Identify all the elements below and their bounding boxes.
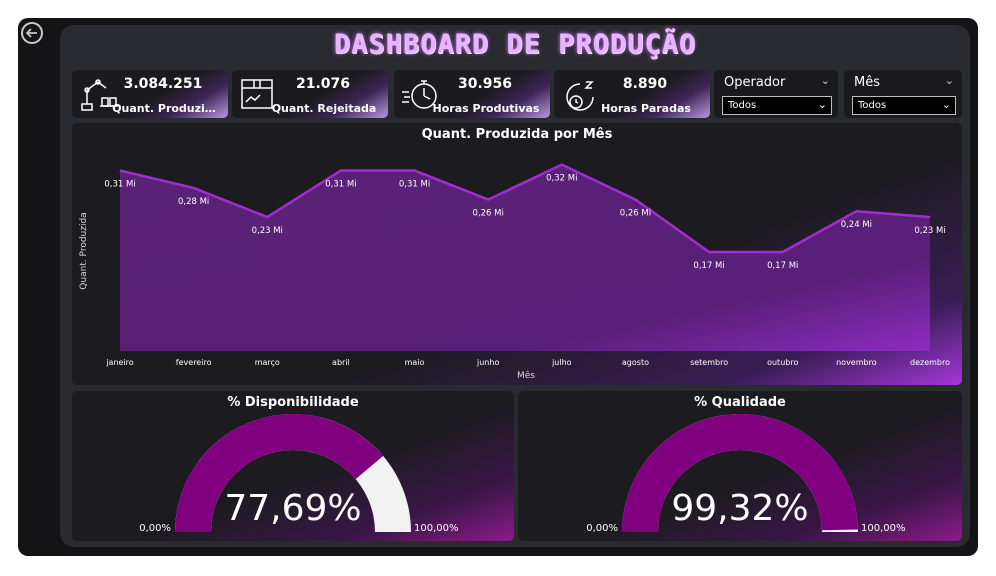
x-tick-label: março bbox=[255, 358, 280, 367]
gauge-min-label: 0,00% bbox=[586, 523, 618, 534]
chevron-down-icon: ⌄ bbox=[941, 98, 951, 111]
data-label: 0,17 Mi bbox=[693, 261, 724, 271]
kpi-card-horas-paradas[interactable]: 8.890 Horas Paradas bbox=[554, 70, 710, 118]
area-chart-svg: Quant. Produzida Mês 0,31 Mi janeiro 0,28 … bbox=[79, 163, 950, 381]
data-point[interactable] bbox=[414, 169, 416, 171]
page-title: DASHBOARD DE PRODUÇÃO bbox=[333, 29, 697, 60]
slicer-title: Mês bbox=[854, 75, 880, 90]
chevron-down-icon: ⌄ bbox=[817, 98, 827, 111]
dropdown-value: Todos bbox=[858, 100, 887, 111]
gauge-min-label: 0,00% bbox=[139, 523, 171, 534]
x-tick-label: dezembro bbox=[910, 358, 950, 367]
kpi-label: Horas Produtivas bbox=[432, 102, 540, 115]
data-label: 0,24 Mi bbox=[841, 220, 872, 230]
gauge-value: 77,69% bbox=[224, 488, 361, 529]
x-axis-label: Mês bbox=[517, 370, 535, 381]
data-point[interactable] bbox=[855, 210, 857, 212]
slicer-mes[interactable]: Mês ⌄ Todos ⌄ bbox=[844, 70, 962, 118]
data-point[interactable] bbox=[193, 187, 195, 189]
gauge-value: 99,32% bbox=[671, 488, 808, 529]
y-axis-label: Quant. Produzida bbox=[79, 212, 89, 289]
gauge-svg: 77,69% 0,00% 100,00% bbox=[139, 414, 459, 534]
data-label: 0,28 Mi bbox=[178, 197, 209, 207]
data-label: 0,23 Mi bbox=[914, 226, 945, 236]
area-fill bbox=[120, 164, 930, 351]
x-tick-label: agosto bbox=[622, 358, 649, 367]
data-point[interactable] bbox=[561, 164, 563, 166]
chevron-down-icon[interactable]: ⌄ bbox=[821, 74, 830, 87]
gauge-max-label: 100,00% bbox=[861, 523, 906, 534]
data-point[interactable] bbox=[119, 169, 121, 171]
data-point[interactable] bbox=[634, 199, 636, 201]
x-tick-label: abril bbox=[332, 358, 350, 367]
back-button[interactable] bbox=[21, 22, 43, 44]
x-tick-label: maio bbox=[405, 358, 425, 367]
kpi-label: Quant. Produzi… bbox=[112, 102, 216, 115]
production-by-month-chart[interactable]: Quant. Produzida por Mês Quant. Produzid… bbox=[72, 123, 962, 385]
gauge-svg: 99,32% 0,00% 100,00% bbox=[586, 413, 906, 534]
data-label: 0,31 Mi bbox=[104, 179, 135, 189]
kpi-label: Quant. Rejeitada bbox=[271, 102, 377, 115]
slicer-operador[interactable]: Operador ⌄ Todos ⌄ bbox=[714, 70, 838, 118]
availability-gauge-card[interactable]: % Disponibilidade 77,69% 0,00% 100,00% bbox=[72, 391, 514, 541]
gauge-max-label: 100,00% bbox=[414, 523, 459, 534]
x-tick-label: janeiro bbox=[105, 358, 133, 367]
data-label: 0,17 Mi bbox=[767, 261, 798, 271]
data-label: 0,31 Mi bbox=[325, 179, 356, 189]
kpi-value: 30.956 bbox=[457, 76, 513, 92]
x-tick-label: julho bbox=[551, 358, 572, 367]
kpi-label: Horas Paradas bbox=[601, 102, 691, 115]
x-tick-label: setembro bbox=[690, 358, 728, 367]
kpi-card-quant-rejeitada[interactable]: 21.076 Quant. Rejeitada bbox=[232, 70, 388, 118]
data-point[interactable] bbox=[266, 216, 268, 218]
data-point[interactable] bbox=[782, 251, 784, 253]
slicer-title: Operador bbox=[724, 75, 786, 90]
kpi-value: 3.084.251 bbox=[123, 76, 203, 92]
data-point[interactable] bbox=[708, 251, 710, 253]
x-tick-label: novembro bbox=[836, 358, 877, 367]
mes-dropdown[interactable]: Todos ⌄ bbox=[852, 96, 956, 115]
arrow-left-icon bbox=[25, 28, 37, 38]
data-label: 0,26 Mi bbox=[620, 209, 651, 219]
data-label: 0,26 Mi bbox=[473, 209, 504, 219]
quality-gauge-card[interactable]: % Qualidade 99,32% 0,00% 100,00% bbox=[518, 391, 962, 541]
data-label: 0,32 Mi bbox=[546, 174, 577, 184]
kpi-card-horas-produtivas[interactable]: 30.956 Horas Produtivas bbox=[394, 70, 550, 118]
chevron-down-icon[interactable]: ⌄ bbox=[945, 74, 954, 87]
kpi-value: 8.890 bbox=[622, 76, 668, 92]
x-tick-label: fevereiro bbox=[176, 358, 212, 367]
data-label: 0,31 Mi bbox=[399, 179, 430, 189]
x-tick-label: outubro bbox=[767, 358, 798, 367]
data-point[interactable] bbox=[487, 199, 489, 201]
dashboard-canvas: DASHBOARD DE PRODUÇÃO 3.084.251 Quant. P… bbox=[60, 25, 970, 547]
data-label: 0,23 Mi bbox=[252, 226, 283, 236]
kpi-card-quant-produzida[interactable]: 3.084.251 Quant. Produzi… bbox=[72, 70, 228, 118]
data-point[interactable] bbox=[929, 216, 931, 218]
x-tick-label: junho bbox=[476, 358, 499, 367]
operador-dropdown[interactable]: Todos ⌄ bbox=[722, 96, 832, 115]
data-point[interactable] bbox=[340, 169, 342, 171]
dropdown-value: Todos bbox=[728, 100, 757, 111]
kpi-value: 21.076 bbox=[295, 76, 351, 92]
